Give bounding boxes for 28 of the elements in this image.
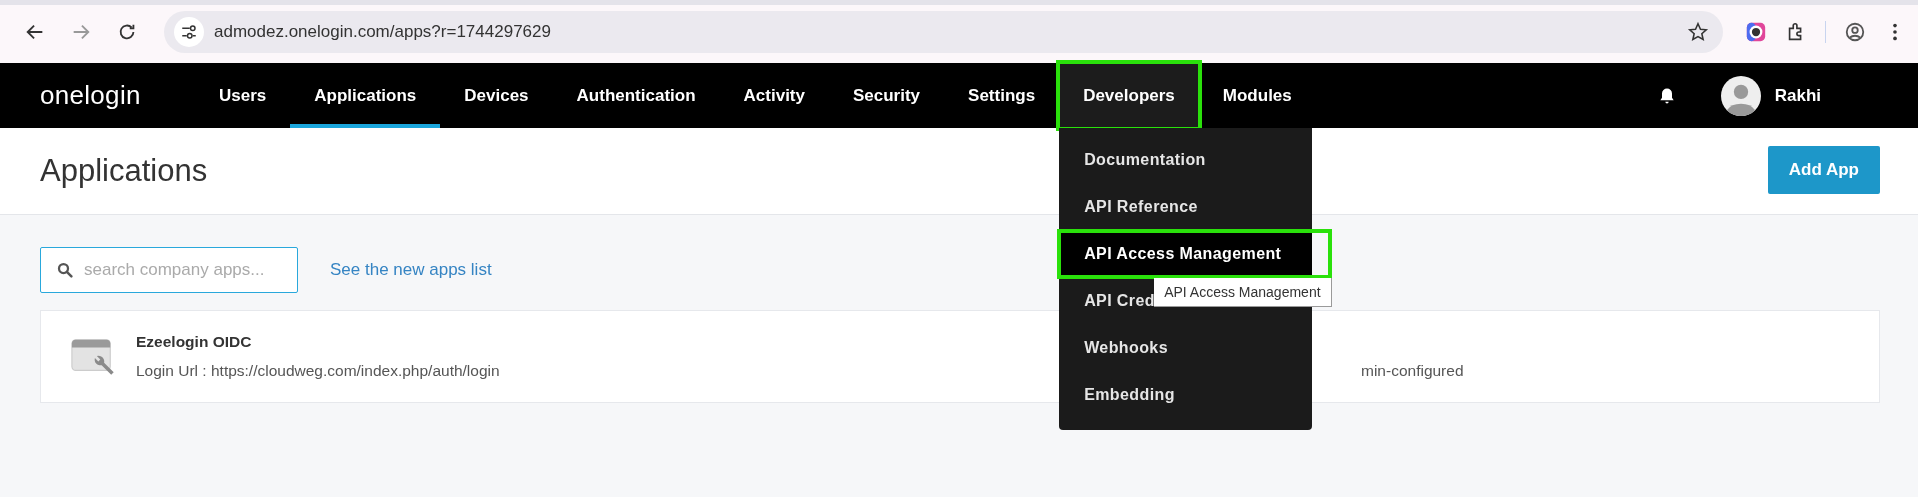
new-apps-list-link[interactable]: See the new apps list — [330, 260, 492, 280]
page-title: Applications — [40, 153, 208, 189]
url-text: admodez.onelogin.com/apps?r=1744297629 — [214, 21, 552, 42]
menu-item[interactable]: Documentation — [1059, 136, 1313, 183]
tooltip: API Access Management — [1154, 278, 1332, 307]
star-icon[interactable] — [1687, 20, 1709, 43]
camera-extension-icon[interactable] — [1745, 20, 1767, 43]
app-login-url: Login Url : https://cloudweg.com/index.php/auth/login — [136, 362, 500, 380]
site-settings-icon[interactable] — [180, 22, 198, 41]
nav-tab[interactable]: Developers — [1059, 63, 1199, 128]
profile-icon[interactable] — [1844, 20, 1866, 43]
nav-tab[interactable]: Users — [195, 63, 291, 128]
address-bar[interactable]: admodez.onelogin.com/apps?r=1744297629 — [164, 10, 1723, 53]
app-info-text: min-configured — [1361, 360, 1465, 380]
avatar-icon[interactable] — [1720, 75, 1761, 116]
search-icon — [56, 261, 74, 279]
menu-item[interactable]: Webhooks — [1059, 324, 1313, 371]
nav-tab[interactable]: Authentication — [552, 63, 720, 128]
search-field[interactable]: search company apps... — [40, 247, 298, 293]
app-name[interactable]: Ezeelogin OIDC — [136, 333, 500, 351]
user-name[interactable]: Rakhi — [1774, 85, 1821, 106]
menu-item[interactable]: API Reference — [1059, 183, 1313, 230]
nav-tab[interactable]: Devices — [440, 63, 553, 128]
nav-tab[interactable]: Activity — [719, 63, 829, 128]
nav-tab[interactable]: Modules — [1198, 63, 1316, 128]
logo[interactable]: onelogin — [40, 80, 195, 111]
nav-tab[interactable]: Security — [829, 63, 945, 128]
nav-tab[interactable]: Settings — [944, 63, 1060, 128]
